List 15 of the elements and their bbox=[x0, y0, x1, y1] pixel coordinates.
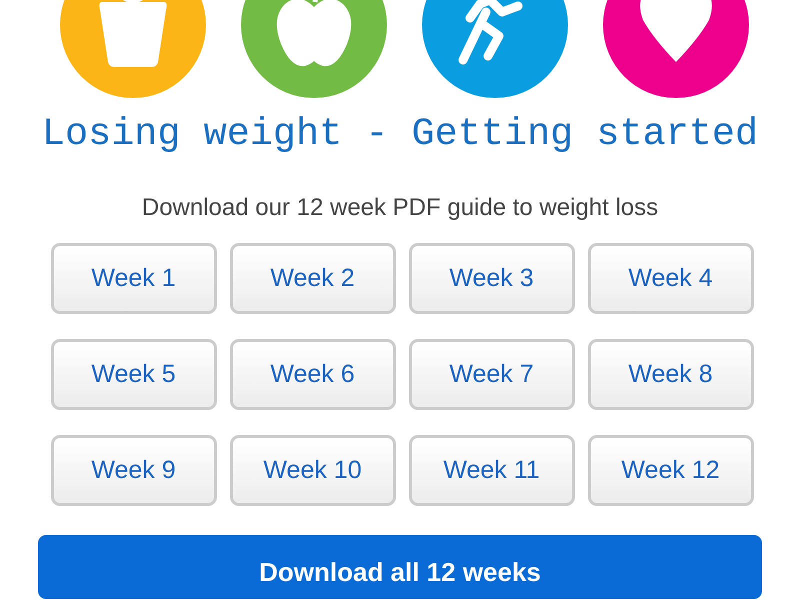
week-button[interactable]: Week 6 bbox=[230, 339, 396, 410]
download-all-button[interactable]: Download all 12 weeks bbox=[38, 535, 762, 599]
subtitle: Download our 12 week PDF guide to weight loss bbox=[142, 193, 658, 223]
week-button[interactable]: Week 1 bbox=[50, 243, 216, 314]
week-button[interactable]: Week 5 bbox=[50, 339, 216, 410]
week-button[interactable]: Week 8 bbox=[588, 339, 754, 410]
week-button[interactable]: Week 4 bbox=[588, 243, 754, 314]
week-button[interactable]: Week 11 bbox=[408, 435, 574, 506]
page-title: Losing weight - Getting started bbox=[42, 112, 758, 156]
week-button[interactable]: Week 9 bbox=[50, 435, 216, 506]
week-button[interactable]: Week 2 bbox=[230, 243, 396, 314]
week-button[interactable]: Week 12 bbox=[588, 435, 754, 506]
week-button[interactable]: Week 10 bbox=[230, 435, 396, 506]
week-button[interactable]: Week 3 bbox=[408, 243, 574, 314]
week-button[interactable]: Week 7 bbox=[408, 339, 574, 410]
